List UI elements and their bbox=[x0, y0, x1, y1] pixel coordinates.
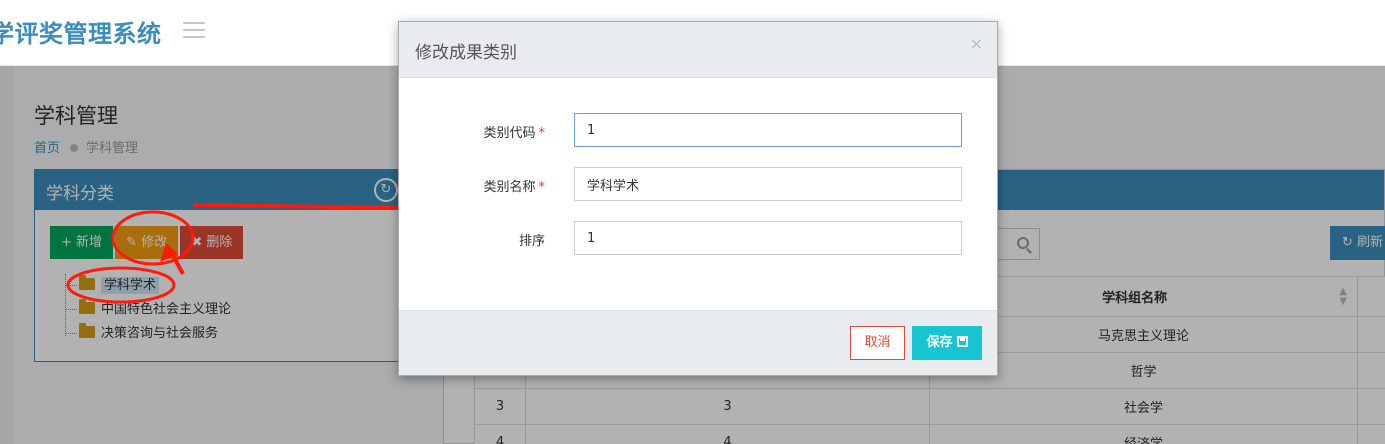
modal-title: 修改成果类别 bbox=[415, 43, 517, 63]
code-label: 类别代码 * bbox=[483, 126, 546, 141]
close-icon[interactable]: × bbox=[970, 34, 983, 53]
category-name-field[interactable] bbox=[574, 167, 962, 201]
form-row-name: 类别名称 * bbox=[399, 167, 999, 201]
edit-category-modal: 修改成果类别 × 类别代码* 类别名称* 排序 取消 保存 bbox=[398, 21, 998, 376]
save-button[interactable]: 保存 bbox=[912, 326, 982, 360]
modal-header: 修改成果类别 × bbox=[399, 22, 997, 78]
modal-footer: 取消 保存 bbox=[399, 310, 997, 375]
modal-body: 类别代码* 类别名称* 排序 bbox=[399, 78, 997, 311]
required-mark: * bbox=[538, 180, 546, 195]
cancel-button[interactable]: 取消 bbox=[850, 326, 905, 360]
form-row-order: 排序 bbox=[399, 221, 999, 255]
sort-order-field[interactable] bbox=[574, 221, 962, 255]
menu-toggle-icon[interactable] bbox=[183, 22, 205, 38]
save-button-label: 保存 bbox=[926, 335, 953, 350]
order-label: 排序 bbox=[518, 234, 545, 249]
floppy-disk-icon bbox=[956, 336, 968, 347]
form-row-code: 类别代码 * bbox=[399, 113, 999, 147]
required-mark: * bbox=[538, 126, 546, 141]
name-label: 类别名称 * bbox=[483, 180, 546, 195]
app-title: 学评奖管理系统 bbox=[0, 20, 162, 48]
category-code-field[interactable] bbox=[574, 113, 962, 147]
